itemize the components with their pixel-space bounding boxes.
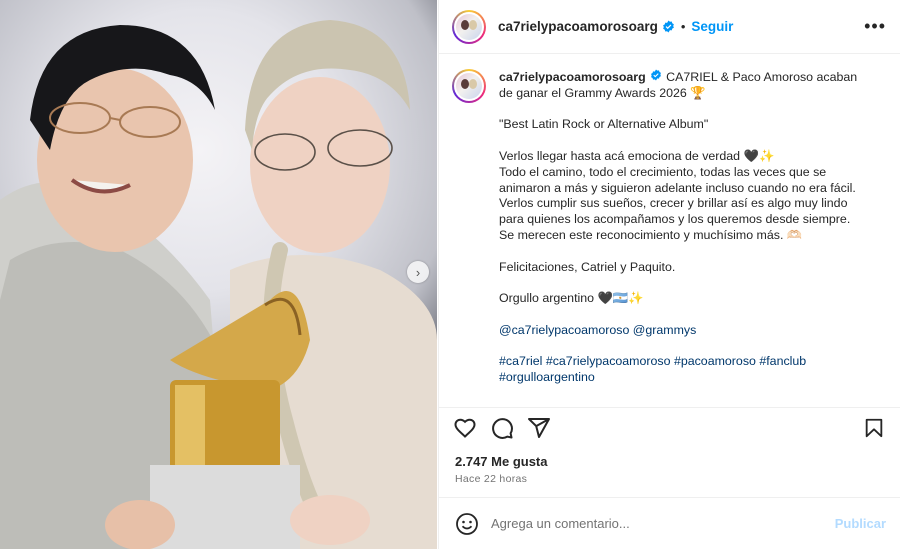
caption-line-award: "Best Latin Rock or Alternative Album" [499,117,709,132]
next-image-button[interactable]: › [407,261,429,283]
post-header: ca7rielypacoamorosoarg • Seguir ••• [439,0,900,54]
comment-button[interactable] [490,416,514,440]
avatar[interactable] [452,9,486,44]
verified-icon [662,20,675,33]
caption-line-body: Todo el camino, todo el crecimiento, tod… [499,164,856,242]
verified-icon [650,69,663,82]
comment-input[interactable] [491,516,835,531]
caption-avatar[interactable] [452,69,486,103]
username-link[interactable]: ca7rielypacoamorosoarg [498,19,658,34]
caption-line-congrats: Felicitaciones, Catriel y Paquito. [499,259,676,274]
share-icon [528,417,550,438]
share-button[interactable] [527,416,551,440]
caption-hashtags-2[interactable]: #orgulloargentino [499,370,859,386]
photo-illustration [0,20,437,549]
comment-icon [492,417,513,439]
bookmark-icon [865,418,883,437]
post-photo[interactable]: › [0,0,437,549]
heart-icon [454,418,476,438]
caption-mentions[interactable]: @ca7rielypacoamoroso @grammys [499,323,859,339]
caption-scroll-area[interactable]: ca7rielypacoamorosoarg CA7RIEL & Paco Am… [439,55,900,407]
emoji-button[interactable] [455,512,479,536]
like-button[interactable] [453,416,477,440]
emoji-icon [456,512,478,535]
save-button[interactable] [862,416,886,440]
publish-button[interactable]: Publicar [835,516,886,531]
caption-line-emotion: Verlos llegar hasta acá emociona de verd… [499,148,775,163]
post-details-panel: ca7rielypacoamorosoarg • Seguir ••• ca7r… [438,0,900,549]
action-bar [439,407,900,447]
caption-line-pride: Orgullo argentino 🖤🇦🇷✨ [499,291,644,306]
likes-count[interactable]: 2.747 Me gusta [455,454,548,469]
post-timestamp[interactable]: Hace 22 horas [455,473,527,485]
comment-bar: Publicar [439,497,900,549]
chevron-right-icon: › [415,264,421,280]
separator-dot: • [680,19,686,34]
more-options-button[interactable]: ••• [864,16,886,37]
caption-username[interactable]: ca7rielypacoamorosoarg [499,70,646,84]
caption-text: ca7rielypacoamorosoarg CA7RIEL & Paco Am… [499,69,859,386]
caption-hashtags[interactable]: #ca7riel #ca7rielypacoamoroso #pacoamoro… [499,354,859,370]
follow-button[interactable]: Seguir [691,19,733,34]
